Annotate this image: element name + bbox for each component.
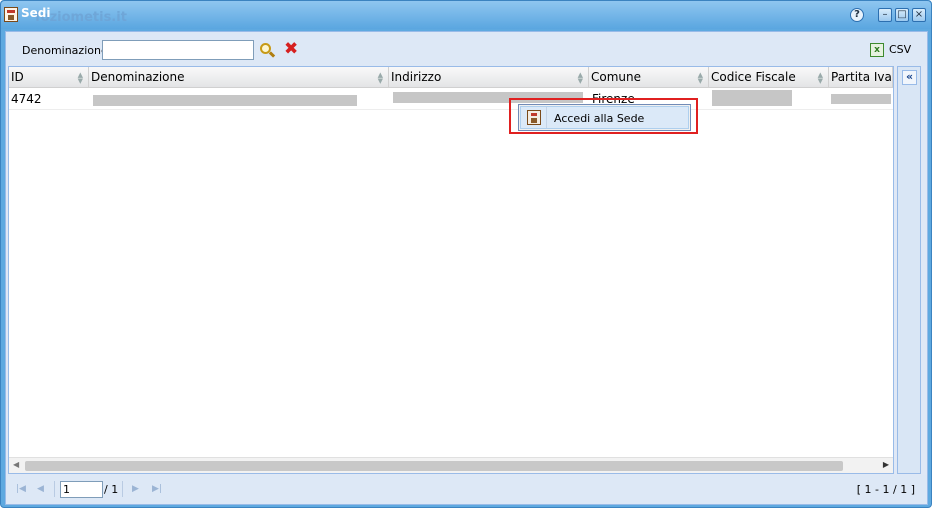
search-handle (268, 51, 276, 58)
scroll-left-icon[interactable]: ◀ (13, 460, 19, 469)
scroll-right-icon[interactable]: ▶ (883, 460, 889, 469)
csv-label: CSV (889, 43, 912, 56)
horizontal-scrollbar[interactable]: ◀ ▶ (9, 457, 893, 473)
paging-toolbar: |◀ ◀ / 1 ▶ ▶| [ 1 - 1 / 1 ] (6, 475, 927, 504)
sort-icon: ▲ ▼ (77, 71, 83, 85)
expand-panel-icon[interactable]: « (902, 70, 917, 85)
column-label: Indirizzo (391, 70, 442, 84)
column-header-comune[interactable]: Comune ▲ ▼ (589, 67, 709, 88)
last-page-icon[interactable]: ▶| (152, 484, 162, 494)
sedi-grid: ID ▲ ▼ Denominazione ▲ ▼ Indirizzo ▲ ▼ Comu… (8, 66, 894, 474)
column-header-codice-fiscale[interactable]: Codice Fiscale ▲ ▼ (709, 67, 829, 88)
first-page-icon[interactable]: |◀ (16, 484, 26, 494)
sort-icon: ▲ ▼ (697, 71, 703, 85)
clear-filter-icon[interactable]: ✖ (284, 39, 298, 59)
building-icon (4, 7, 18, 22)
redacted-partita-iva (831, 94, 891, 104)
cell-id: 4742 (11, 92, 42, 106)
column-label: Comune (591, 70, 642, 84)
sedi-window: foziometis.it Sedi ? – □ × Denominazione… (0, 0, 932, 508)
filter-label: Denominazione (22, 44, 108, 57)
sort-icon: ▲ ▼ (817, 71, 823, 85)
excel-icon: x (870, 43, 884, 57)
paging-info: [ 1 - 1 / 1 ] (856, 483, 915, 496)
scroll-thumb[interactable] (25, 461, 843, 471)
sort-icon: ▲ ▼ (577, 71, 583, 85)
page-count: / 1 (104, 483, 119, 496)
table-row[interactable]: 4742 Firenze (9, 88, 893, 110)
column-header-id[interactable]: ID ▲ ▼ (9, 67, 89, 88)
window-titlebar[interactable]: foziometis.it Sedi ? – □ × (1, 1, 931, 29)
collapsed-side-panel: « (897, 66, 921, 474)
next-page-icon[interactable]: ▶ (132, 484, 139, 494)
help-icon[interactable]: ? (850, 8, 864, 22)
window-body: Denominazione ✖ x CSV ID ▲ ▼ Denominazion… (5, 31, 928, 505)
column-header-denominazione[interactable]: Denominazione ▲ ▼ (89, 67, 389, 88)
column-label: ID (11, 70, 24, 84)
sort-icon: ▲ ▼ (377, 71, 383, 85)
filter-toolbar: Denominazione ✖ x CSV (6, 32, 927, 66)
page-number-input[interactable] (60, 481, 103, 498)
column-label: Codice Fiscale (711, 70, 796, 84)
denominazione-search-input[interactable] (102, 40, 254, 60)
search-icon[interactable] (258, 42, 276, 60)
redacted-denominazione (93, 95, 357, 106)
maximize-button[interactable]: □ (895, 8, 909, 22)
column-label: Partita Iva (831, 70, 892, 84)
column-label: Denominazione (91, 70, 185, 84)
grid-header: ID ▲ ▼ Denominazione ▲ ▼ Indirizzo ▲ ▼ Comu… (9, 67, 893, 88)
pager-separator (54, 481, 55, 497)
pager-separator (122, 481, 123, 497)
column-header-partita-iva[interactable]: Partita Iva (829, 67, 893, 88)
annotation-highlight (509, 98, 698, 134)
redacted-codice-fiscale (712, 90, 792, 106)
window-title: Sedi (21, 6, 51, 20)
prev-page-icon[interactable]: ◀ (37, 484, 44, 494)
minimize-button[interactable]: – (878, 8, 892, 22)
column-header-indirizzo[interactable]: Indirizzo ▲ ▼ (389, 67, 589, 88)
close-button[interactable]: × (912, 8, 926, 22)
